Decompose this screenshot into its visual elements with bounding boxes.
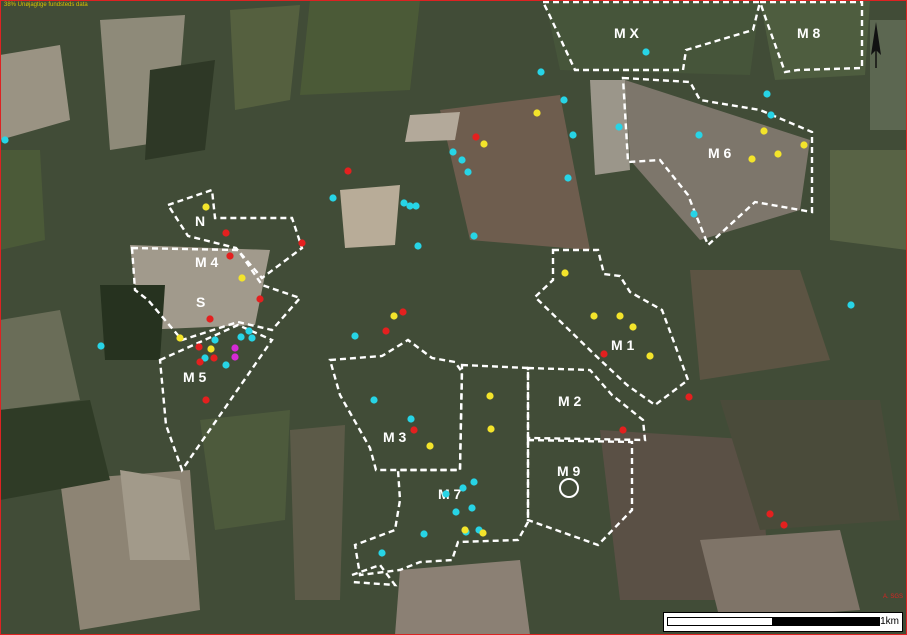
find-spot-cyan — [470, 478, 478, 486]
label-m2: M 2 — [558, 393, 582, 409]
scale-bar-segment-black — [772, 617, 880, 626]
find-spot-cyan — [442, 490, 450, 498]
find-spot-cyan — [449, 148, 457, 156]
find-spot-cyan — [414, 242, 422, 250]
corner-note: A. SGS — [882, 594, 903, 600]
find-spot-cyan — [459, 484, 467, 492]
find-spot-red — [600, 350, 608, 358]
find-spot-red — [206, 315, 214, 323]
find-spot-yellow — [461, 526, 469, 534]
find-spot-red — [399, 308, 407, 316]
find-spot-cyan — [690, 210, 698, 218]
find-spot-yellow — [207, 345, 215, 353]
find-spot-yellow — [561, 269, 569, 277]
find-spot-yellow — [616, 312, 624, 320]
find-spot-yellow — [479, 529, 487, 537]
find-spot-cyan — [452, 508, 460, 516]
find-spot-red — [410, 426, 418, 434]
find-spot-magenta — [231, 353, 239, 361]
map-view[interactable]: M X M 8 M 6 N M 4 S M 5 M 1 M 2 M 3 M 9 … — [0, 0, 907, 635]
find-spot-yellow — [238, 274, 246, 282]
find-spot-cyan — [767, 111, 775, 119]
find-spot-red — [256, 295, 264, 303]
find-spot-yellow — [176, 334, 184, 342]
find-spot-cyan — [569, 131, 577, 139]
aerial-map: M X M 8 M 6 N M 4 S M 5 M 1 M 2 M 3 M 9 … — [0, 0, 907, 635]
find-spot-red — [472, 133, 480, 141]
attribution-note: 38% Unøjagtige fundsteds data — [4, 2, 88, 8]
find-spot-red — [196, 358, 204, 366]
find-spot-red — [210, 354, 218, 362]
find-spot-red — [222, 229, 230, 237]
find-spot-cyan — [370, 396, 378, 404]
label-m8: M 8 — [797, 25, 821, 41]
scale-bar-segment-white — [667, 617, 773, 626]
find-spot-red — [195, 343, 203, 351]
label-n: N — [195, 213, 205, 229]
find-spot-cyan — [847, 301, 855, 309]
find-spot-yellow — [629, 323, 637, 331]
find-spot-red — [619, 426, 627, 434]
find-spot-cyan — [642, 48, 650, 56]
find-spot-yellow — [760, 127, 768, 135]
label-m7: M 7 — [438, 486, 462, 502]
find-spot-cyan — [468, 504, 476, 512]
find-spot-yellow — [533, 109, 541, 117]
find-spot-cyan — [1, 136, 9, 144]
find-spot-red — [226, 252, 234, 260]
find-spot-yellow — [590, 312, 598, 320]
find-spot-cyan — [351, 332, 359, 340]
scale-label: 1km — [880, 616, 899, 627]
find-spot-yellow — [800, 141, 808, 149]
find-spot-cyan — [407, 415, 415, 423]
scale-bar: 1km — [663, 612, 903, 632]
label-m4: M 4 — [195, 254, 219, 270]
find-spot-red — [202, 396, 210, 404]
find-spot-yellow — [202, 203, 210, 211]
label-m6: M 6 — [708, 145, 732, 161]
find-spot-cyan — [329, 194, 337, 202]
find-spot-cyan — [564, 174, 572, 182]
find-spot-cyan — [470, 232, 478, 240]
find-spot-red — [780, 521, 788, 529]
find-spot-cyan — [222, 361, 230, 369]
find-spot-red — [298, 239, 306, 247]
find-spot-cyan — [464, 168, 472, 176]
find-spot-red — [766, 510, 774, 518]
find-spot-cyan — [97, 342, 105, 350]
label-m1: M 1 — [611, 337, 635, 353]
find-spot-yellow — [480, 140, 488, 148]
find-spot-yellow — [486, 392, 494, 400]
label-m9: M 9 — [557, 463, 581, 479]
find-spot-yellow — [390, 312, 398, 320]
find-spot-red — [685, 393, 693, 401]
label-s: S — [196, 294, 205, 310]
find-spot-cyan — [420, 530, 428, 538]
find-spot-cyan — [537, 68, 545, 76]
find-spot-cyan — [560, 96, 568, 104]
find-spot-cyan — [412, 202, 420, 210]
find-spot-cyan — [248, 334, 256, 342]
find-spot-red — [382, 327, 390, 335]
find-spot-magenta — [231, 344, 239, 352]
find-spot-red — [344, 167, 352, 175]
find-spot-cyan — [245, 327, 253, 335]
label-m5: M 5 — [183, 369, 207, 385]
find-spot-cyan — [211, 336, 219, 344]
find-spot-cyan — [695, 131, 703, 139]
label-m3: M 3 — [383, 429, 407, 445]
find-spot-yellow — [774, 150, 782, 158]
find-spot-cyan — [378, 549, 386, 557]
find-spot-cyan — [237, 333, 245, 341]
label-mx: M X — [614, 25, 640, 41]
find-spot-yellow — [487, 425, 495, 433]
find-spot-cyan — [763, 90, 771, 98]
find-spot-cyan — [615, 123, 623, 131]
find-spot-yellow — [748, 155, 756, 163]
find-spot-yellow — [426, 442, 434, 450]
find-spot-yellow — [646, 352, 654, 360]
find-spot-cyan — [458, 156, 466, 164]
